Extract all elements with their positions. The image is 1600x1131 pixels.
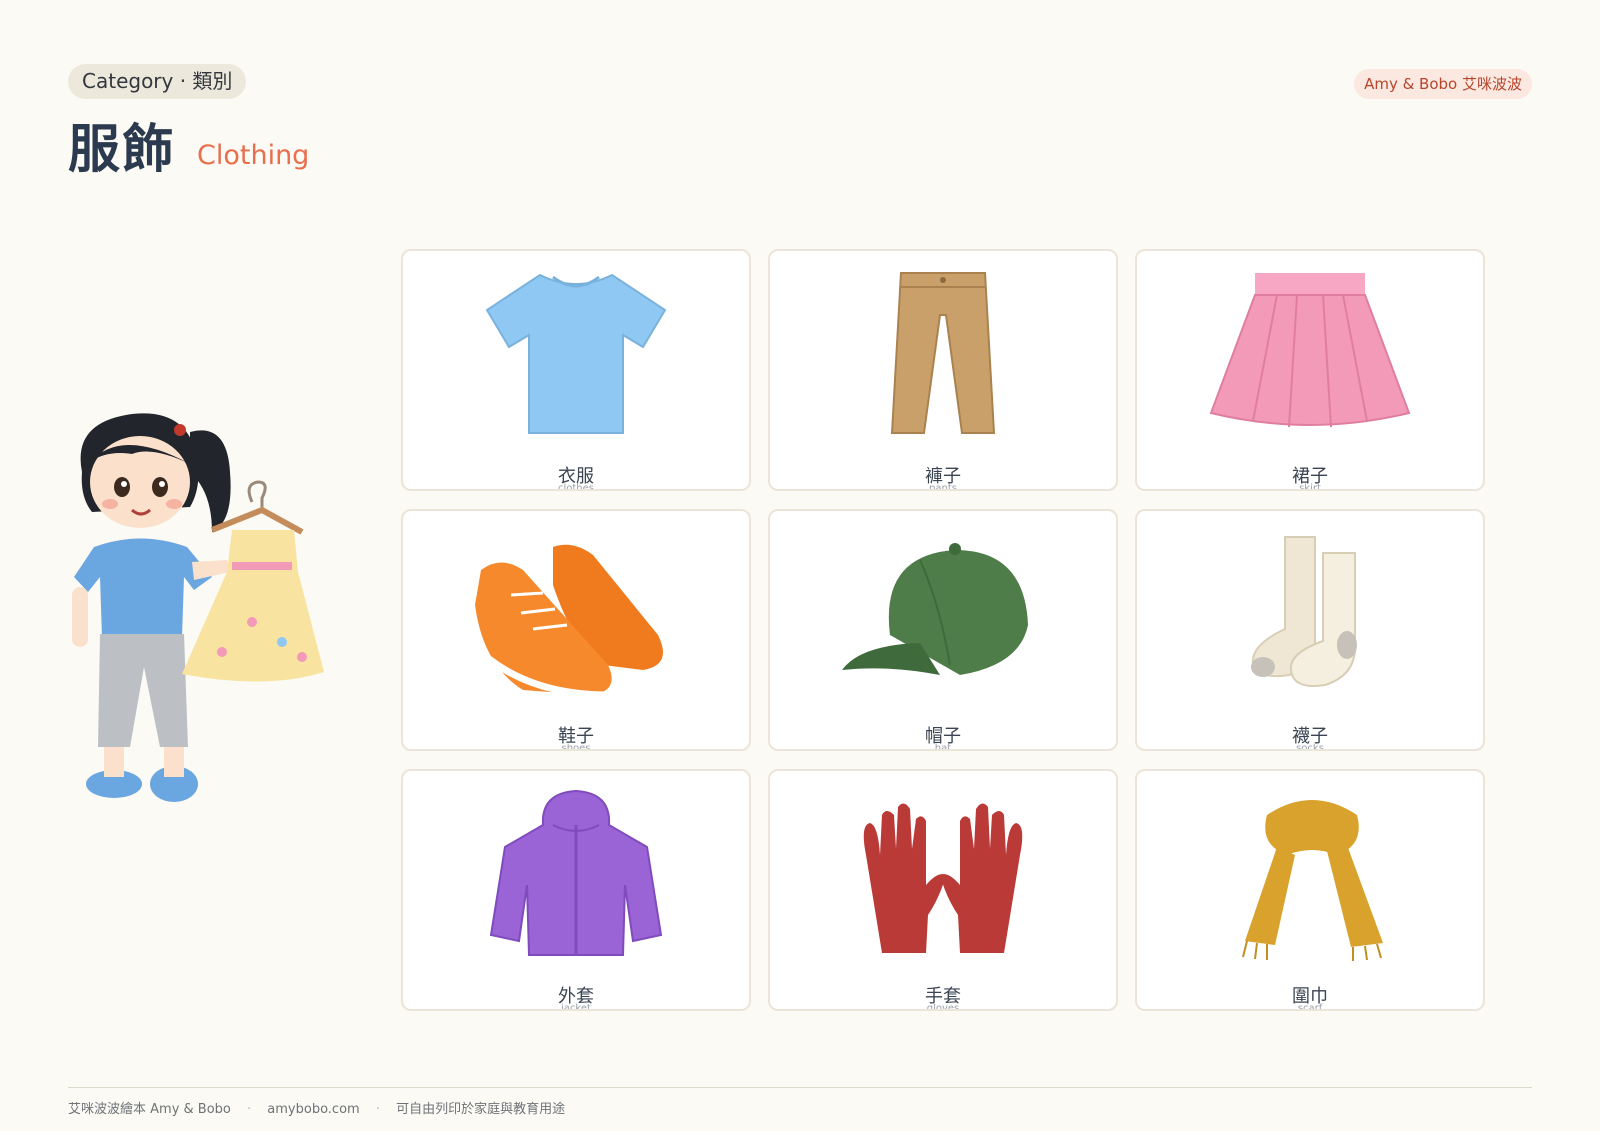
page-title-en: Clothing (197, 140, 310, 171)
socks-icon (1251, 536, 1357, 687)
card-gloves[interactable]: 手套 gloves (768, 769, 1118, 1011)
card-label-en: scarf (1297, 1003, 1323, 1011)
footer-divider (68, 1087, 1532, 1088)
card-label-en: shoes (561, 743, 591, 751)
footer-separator: · (375, 1102, 380, 1117)
footer-separator: · (247, 1102, 252, 1117)
card-jacket[interactable]: 外套 jacket (401, 769, 751, 1011)
card-label-en: skirt (1299, 483, 1321, 491)
card-scarf[interactable]: 圍巾 scarf (1135, 769, 1485, 1011)
card-label-en: clothes (557, 483, 594, 491)
card-socks[interactable]: 襪子 socks (1135, 509, 1485, 751)
pants-icon (890, 272, 996, 434)
page-title-zh: 服飾 (68, 120, 177, 180)
skirt-icon (1209, 273, 1411, 428)
scarf-icon (1242, 800, 1383, 961)
tshirt-icon (485, 273, 667, 434)
footer-note: 可自由列印於家庭與教育用途 (396, 1102, 566, 1117)
card-hat[interactable]: 帽子 hat (768, 509, 1118, 751)
jacket-icon (489, 789, 663, 956)
gloves-icon (863, 803, 1023, 953)
card-label-en: jacket (561, 1003, 591, 1011)
card-label-en: hat (934, 743, 952, 751)
card-skirt[interactable]: 裙子 skirt (1135, 249, 1485, 491)
card-clothes[interactable]: 衣服 clothes (401, 249, 751, 491)
card-label-en: pants (929, 483, 957, 491)
card-label-en: gloves (926, 1003, 960, 1011)
girl-holding-dress-icon (72, 413, 324, 802)
clothing-grid: 衣服 clothes 褲子 pants 裙子 skirt 鞋子 shoes 帽子… (401, 249, 1485, 1011)
footer-brand: 艾咪波波繪本 Amy & Bobo (68, 1102, 231, 1117)
footer-site-link[interactable]: amybobo.com (267, 1102, 359, 1117)
brand-badge: Amy & Bobo 艾咪波波 (1354, 69, 1532, 99)
card-label-en: socks (1296, 743, 1324, 751)
shoes-icon (470, 544, 663, 699)
footer: 艾咪波波繪本 Amy & Bobo · amybobo.com · 可自由列印於… (68, 1098, 565, 1117)
card-pants[interactable]: 褲子 pants (768, 249, 1118, 491)
cap-icon (842, 543, 1028, 675)
category-badge: Category · 類別 (68, 64, 247, 99)
card-shoes[interactable]: 鞋子 shoes (401, 509, 751, 751)
